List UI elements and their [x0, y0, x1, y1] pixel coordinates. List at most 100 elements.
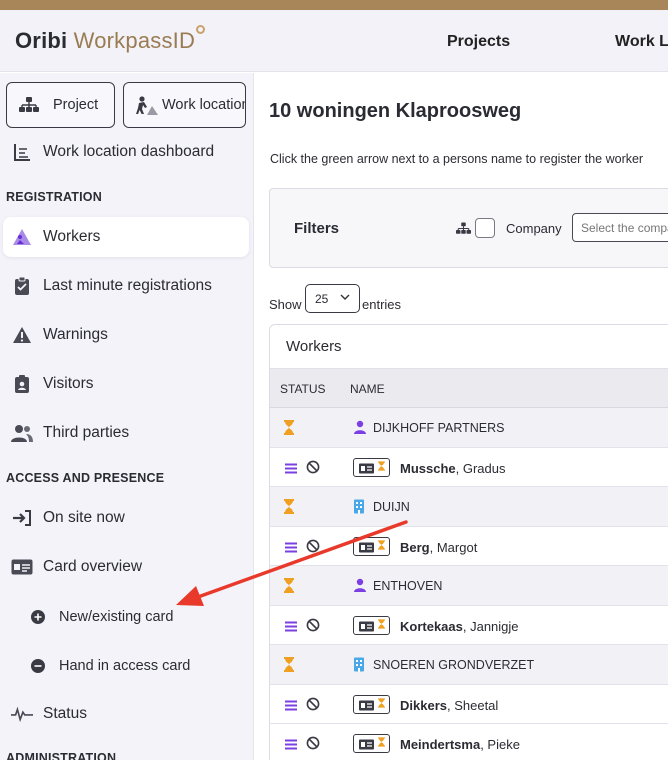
project-button[interactable]: Project [6, 82, 115, 128]
company-name: SNOEREN GRONDVERZET [373, 658, 535, 672]
top-brand-strip [0, 0, 668, 10]
id-card-icon [11, 556, 33, 578]
entries-select[interactable]: 25 [305, 284, 360, 313]
workers-card-title: Workers [270, 325, 668, 369]
org-chart-icon [456, 222, 471, 234]
person-first-name: , Gradus [455, 460, 506, 476]
company-filter-checkbox[interactable] [475, 218, 495, 238]
column-name[interactable]: NAME [350, 382, 385, 396]
column-status[interactable]: STATUS [280, 382, 326, 396]
app-header: Oribi WorkpassID Projects Work Lo [0, 10, 668, 72]
company-group-row: DUIJN [270, 487, 668, 527]
person-first-name: , Margot [429, 539, 478, 555]
company-select[interactable]: Select the company [572, 213, 668, 242]
project-button-label: Project [53, 97, 99, 113]
company-group-row: DIJKHOFF PARTNERS [270, 408, 668, 448]
hourglass-icon [283, 420, 295, 438]
person-last-name: Mussche [400, 460, 456, 476]
chart-line-icon [11, 141, 33, 163]
sidebar-item-workers[interactable]: Workers [3, 217, 249, 257]
table-row[interactable]: Meindertsma, Pieke [270, 724, 668, 760]
person-last-name: Kortekaas [400, 618, 463, 634]
nav-work-location[interactable]: Work Lo [615, 33, 668, 51]
sidebar-item-label: Hand in access card [59, 658, 191, 674]
person-last-name: Meindertsma [400, 737, 481, 752]
sidebar-item-last-minute[interactable]: Last minute registrations [0, 266, 254, 306]
menu-icon[interactable] [285, 699, 297, 714]
oribi-logo[interactable]: Oribi WorkpassID [15, 25, 206, 54]
sidebar-item-warnings[interactable]: Warnings [0, 315, 254, 355]
sidebar-item-on-site-now[interactable]: On site now [0, 498, 254, 538]
company-name: ENTHOVEN [373, 579, 443, 593]
sidebar-item-status[interactable]: Status [0, 694, 254, 734]
building-icon [353, 657, 365, 675]
id-card-status-badge [353, 615, 390, 635]
hourglass-icon [283, 657, 295, 675]
person-first-name: , Pieke [480, 737, 520, 752]
sidebar-item-label: Third parties [43, 424, 130, 441]
section-heading-registration: REGISTRATION [6, 190, 102, 204]
table-header: STATUS NAME [270, 369, 668, 408]
sidebar-item-label: Status [43, 705, 87, 722]
sidebar-item-visitors[interactable]: Visitors [0, 364, 254, 404]
ban-icon[interactable] [306, 736, 320, 753]
ban-icon[interactable] [306, 618, 320, 635]
workers-icon [11, 226, 33, 248]
table-body: DIJKHOFF PARTNERS Mussche, Gradus DUIJN Ber… [270, 408, 668, 760]
sidebar-item-hand-in-card[interactable]: Hand in access card [0, 646, 254, 686]
nav-projects[interactable]: Projects [447, 33, 510, 51]
show-label: Show [269, 297, 302, 312]
ban-icon[interactable] [306, 460, 320, 477]
person-name[interactable]: Kortekaas, Jannigje [400, 619, 519, 634]
work-location-button[interactable]: Work location [123, 82, 246, 128]
sidebar-item-third-parties[interactable]: Third parties [0, 413, 254, 453]
table-row[interactable]: Mussche, Gradus [270, 448, 668, 487]
sidebar-item-dashboard[interactable]: Work location dashboard [0, 132, 254, 172]
company-group-row: SNOEREN GRONDVERZET [270, 645, 668, 685]
workers-card: Workers STATUS NAME DIJKHOFF PARTNERS Mus… [269, 324, 668, 760]
menu-icon[interactable] [285, 738, 297, 753]
sidebar-item-label: New/existing card [59, 609, 174, 625]
sidebar-item-label: Warnings [43, 326, 108, 343]
id-card-status-badge [353, 694, 390, 714]
entries-value: 25 [315, 292, 329, 306]
company-group-row: ENTHOVEN [270, 566, 668, 606]
person-last-name: Berg [400, 539, 430, 555]
sidebar: Project Work location Work location dash… [0, 73, 254, 760]
company-name: DIJKHOFF PARTNERS [373, 421, 505, 435]
person-name[interactable]: Mussche, Gradus [400, 461, 506, 476]
ban-icon[interactable] [306, 697, 320, 714]
sidebar-item-label: Last minute registrations [43, 277, 212, 294]
menu-icon[interactable] [285, 620, 297, 635]
sidebar-item-label: On site now [43, 509, 125, 526]
sidebar-item-card-overview[interactable]: Card overview [0, 547, 254, 587]
person-name[interactable]: Meindertsma, Pieke [400, 737, 520, 752]
sign-in-icon [11, 507, 33, 529]
table-row[interactable]: Dikkers, Sheetal [270, 685, 668, 724]
sidebar-item-new-existing-card[interactable]: New/existing card [0, 597, 254, 637]
company-name: DUIJN [373, 500, 410, 514]
hourglass-icon [283, 499, 295, 517]
person-icon [353, 420, 367, 437]
person-name[interactable]: Dikkers, Sheetal [400, 698, 498, 713]
person-last-name: Dikkers [400, 697, 447, 713]
table-row[interactable]: Kortekaas, Jannigje [270, 606, 668, 645]
visitor-badge-icon [11, 373, 33, 395]
table-row[interactable]: Berg, Margot [270, 527, 668, 566]
plus-circle-icon [27, 606, 49, 628]
id-card-status-badge [353, 734, 390, 753]
instruction-text: Click the green arrow next to a persons … [270, 152, 644, 166]
company-filter-label: Company [506, 221, 562, 236]
menu-icon[interactable] [285, 462, 297, 477]
person-name[interactable]: Berg, Margot [400, 540, 477, 555]
page-title: 10 woningen Klaproosweg [269, 100, 522, 122]
id-card-status-badge [353, 457, 390, 477]
section-heading-access: ACCESS AND PRESENCE [6, 471, 165, 485]
ban-icon[interactable] [306, 539, 320, 556]
entries-label: entries [362, 297, 402, 312]
menu-icon[interactable] [285, 541, 297, 556]
building-icon [353, 499, 365, 517]
person-first-name: , Sheetal [446, 697, 499, 713]
person-first-name: , Jannigje [462, 618, 519, 634]
sidebar-item-label: Card overview [43, 558, 143, 575]
